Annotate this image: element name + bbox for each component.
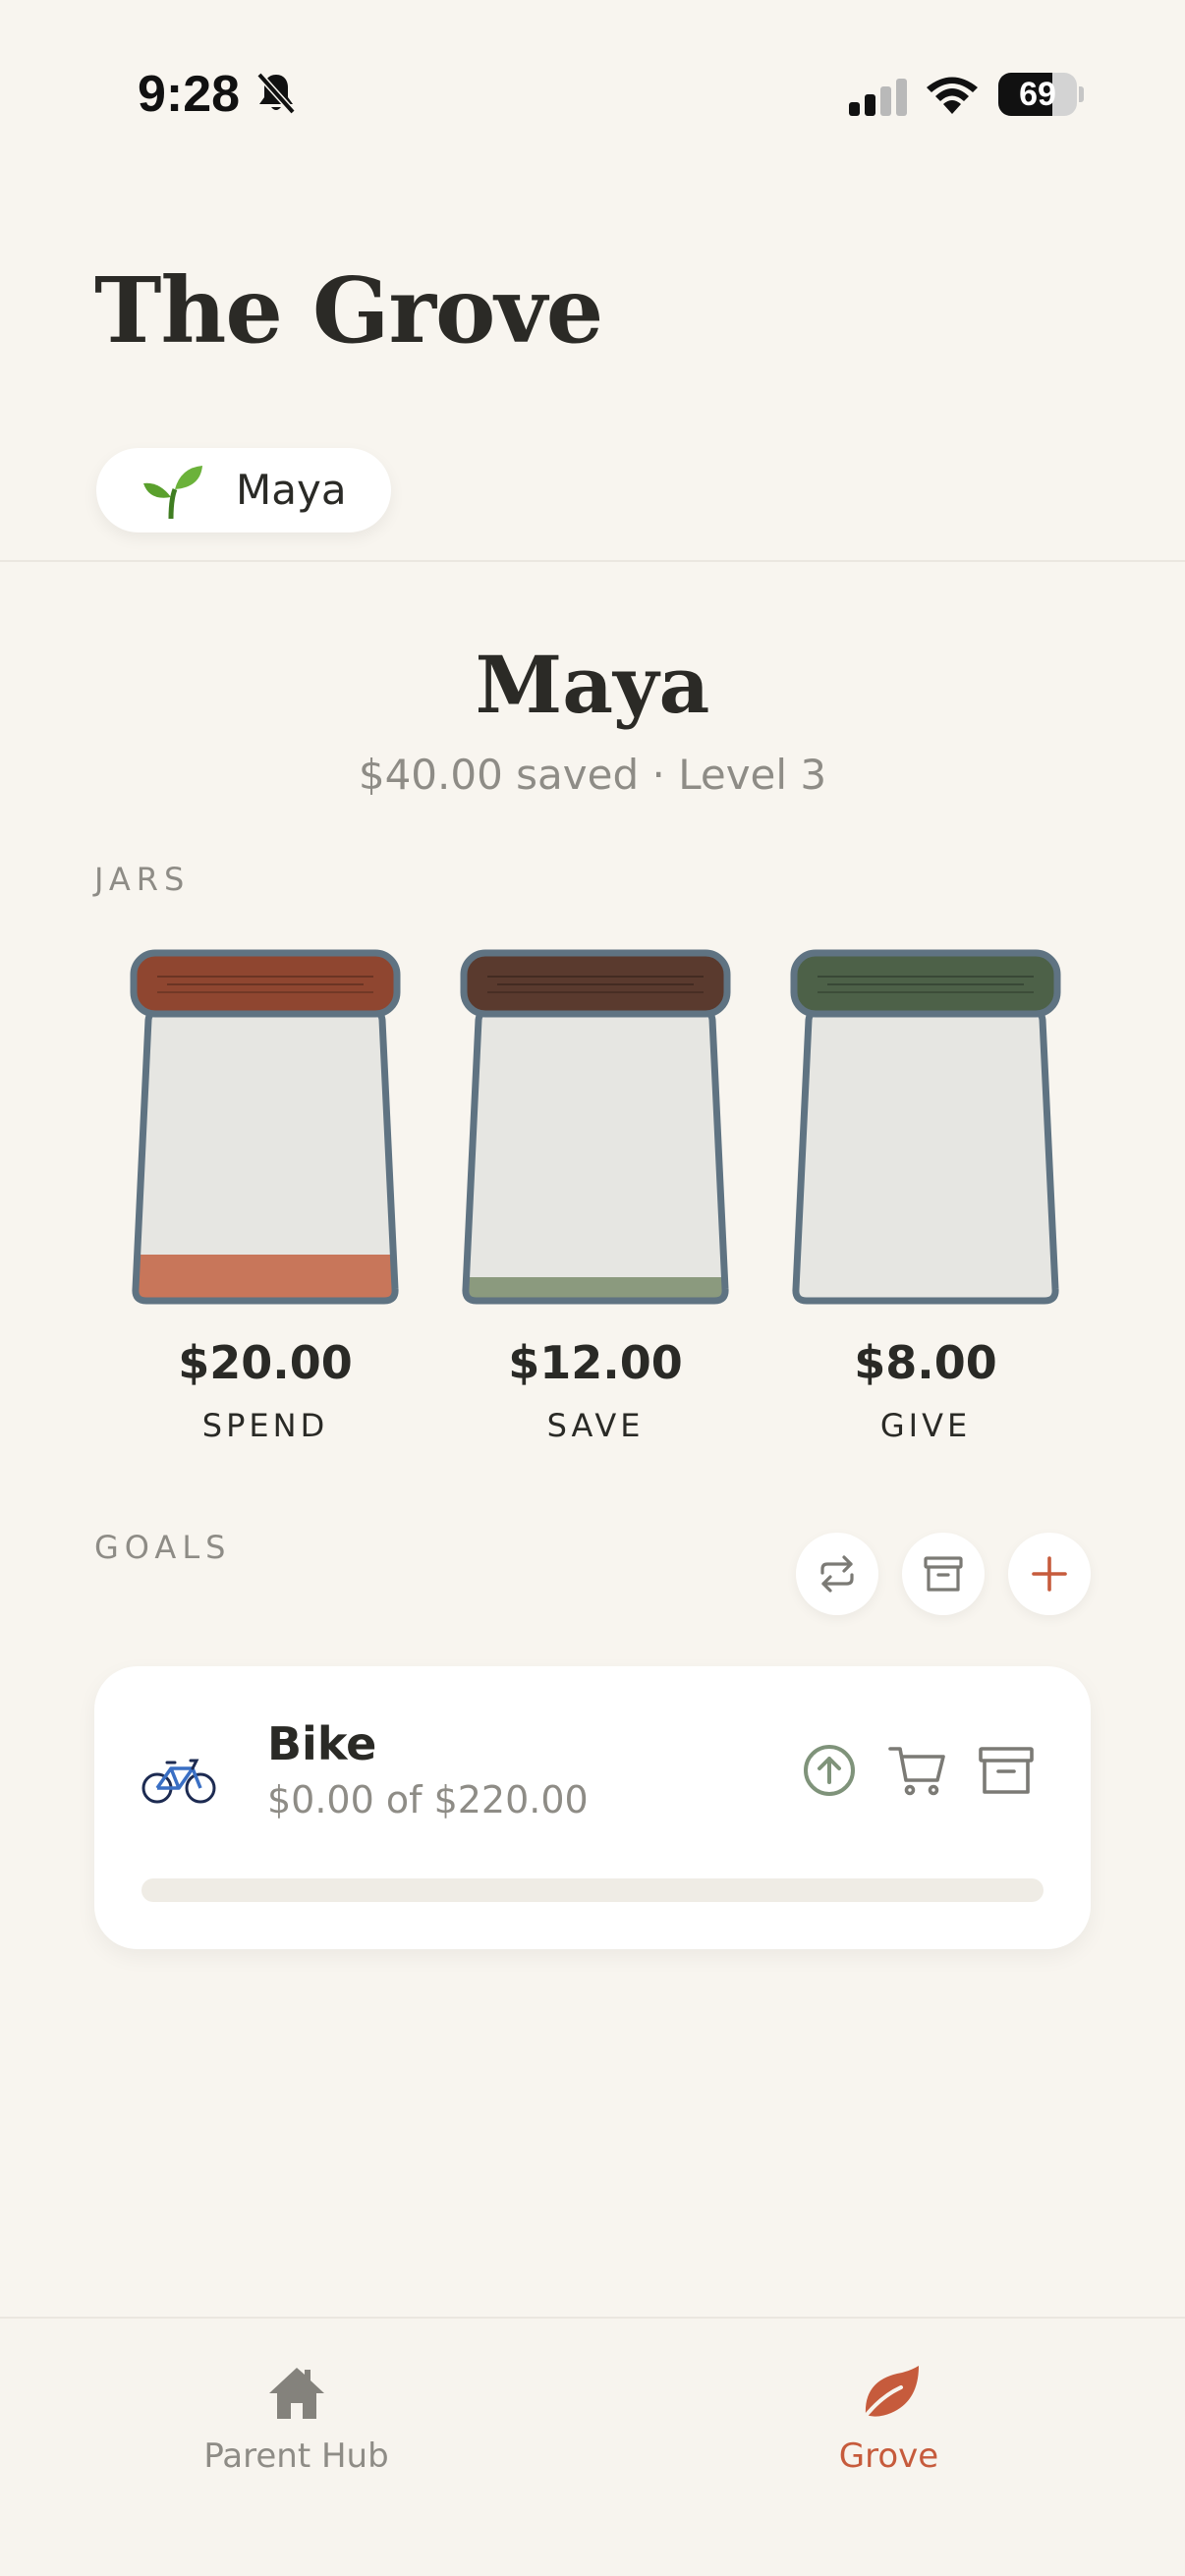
goal-name: Bike xyxy=(267,1717,377,1770)
signal-icon xyxy=(849,79,907,116)
goal-progress-bar xyxy=(141,1878,1044,1902)
cart-icon[interactable] xyxy=(886,1739,949,1802)
header-divider xyxy=(0,560,1185,562)
battery-indicator: 69 xyxy=(998,73,1084,116)
bell-muted-icon xyxy=(256,72,296,115)
jar-amount: $12.00 xyxy=(508,1336,683,1389)
swap-arrows-icon xyxy=(820,1555,854,1593)
goal-progress-text: $0.00 of $220.00 xyxy=(267,1778,589,1821)
plus-icon xyxy=(1032,1556,1067,1592)
jar-label: SPEND xyxy=(201,1407,329,1444)
jar-graphic xyxy=(790,949,1061,1305)
tab-parent-hub[interactable]: Parent Hub xyxy=(0,2319,592,2515)
jar-graphic xyxy=(460,949,731,1305)
transfer-button[interactable] xyxy=(796,1533,878,1615)
wifi-icon xyxy=(927,77,978,114)
status-time: 9:28 xyxy=(138,66,241,123)
jar-label: SAVE xyxy=(546,1407,645,1444)
status-bar: 9:28 69 xyxy=(0,0,1185,196)
profile-summary: $40.00 saved · Level 3 xyxy=(358,751,827,799)
archive-goal-icon[interactable] xyxy=(975,1739,1038,1802)
bicycle-icon xyxy=(141,1759,216,1804)
app-title: The Grove xyxy=(94,257,603,364)
contribute-up-icon[interactable] xyxy=(798,1739,861,1802)
tab-label-grove: Grove xyxy=(838,2436,939,2476)
jar-graphic xyxy=(130,949,401,1305)
tab-label-parent-hub: Parent Hub xyxy=(203,2436,389,2476)
profile-name: Maya xyxy=(475,639,710,731)
archive-view-button[interactable] xyxy=(902,1533,985,1615)
battery-percent: 69 xyxy=(1019,76,1056,113)
home-icon xyxy=(268,2368,324,2419)
jar-give[interactable] xyxy=(778,947,1073,1311)
add-goal-button[interactable] xyxy=(1008,1533,1091,1615)
jar-amount: $20.00 xyxy=(178,1336,353,1389)
goals-section-label: GOALS xyxy=(94,1529,232,1566)
jar-amount: $8.00 xyxy=(854,1336,997,1389)
jar-spend[interactable] xyxy=(118,947,413,1311)
sprout-icon xyxy=(143,466,202,520)
jar-fill-level xyxy=(465,1277,726,1301)
jar-save[interactable] xyxy=(448,947,743,1311)
goal-card[interactable]: Bike $0.00 of $220.00 xyxy=(94,1666,1091,1949)
archive-icon xyxy=(924,1556,963,1592)
leaf-icon xyxy=(859,2366,919,2423)
jars-section-label: JARS xyxy=(94,861,191,898)
tab-bar: Parent Hub Grove xyxy=(0,2317,1185,2576)
jar-label: GIVE xyxy=(879,1407,972,1444)
child-selector-chip[interactable]: Maya xyxy=(96,448,391,532)
child-name: Maya xyxy=(236,466,347,514)
tab-grove[interactable]: Grove xyxy=(592,2319,1185,2515)
